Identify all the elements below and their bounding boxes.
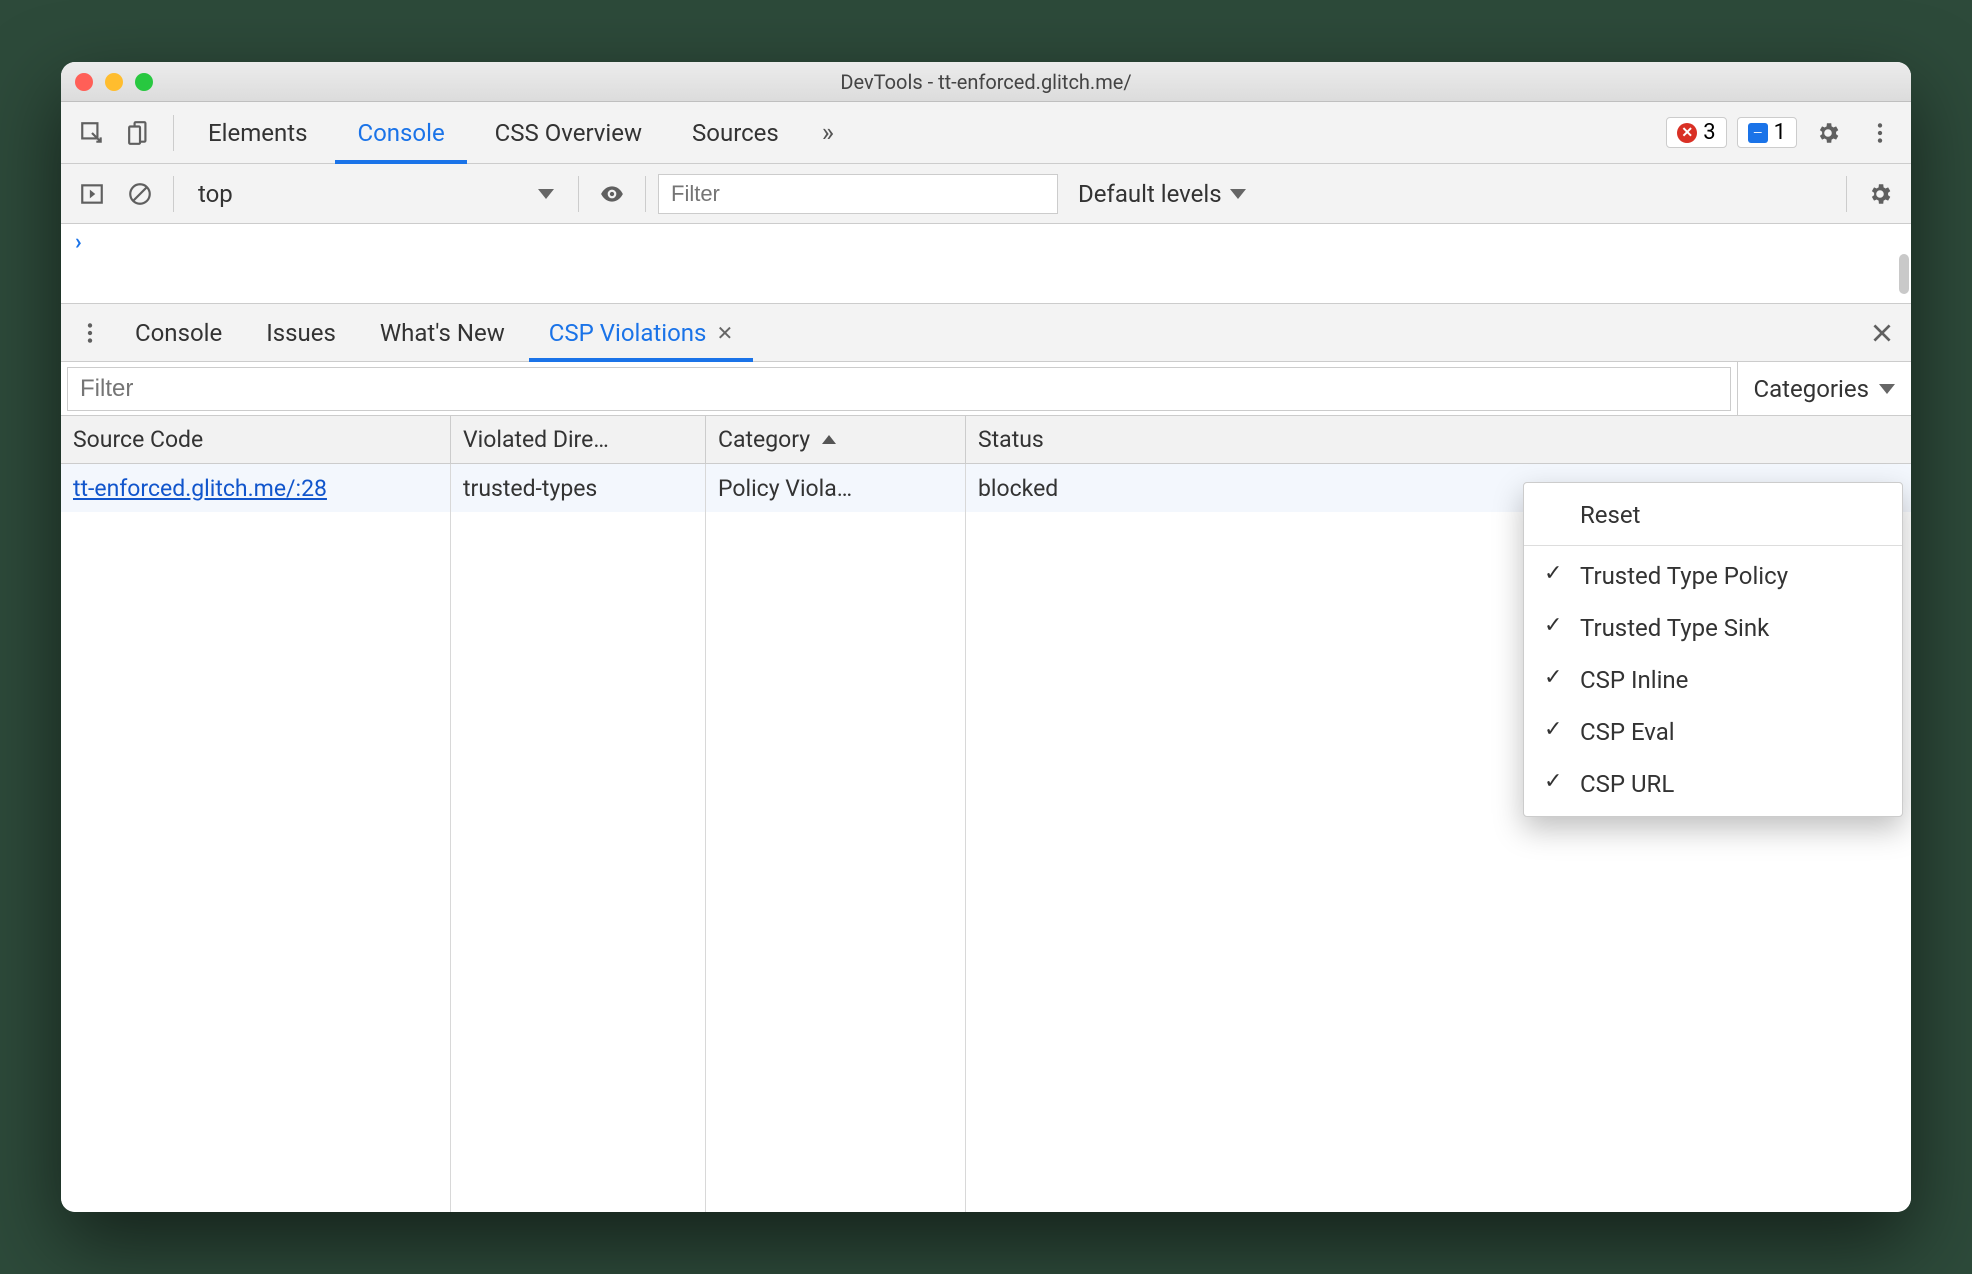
issues-badge[interactable]: — 1 [1737,117,1797,148]
separator [1846,176,1847,212]
violations-filter-row: Categories [61,362,1911,416]
drawer-tab-whats-new[interactable]: What's New [360,304,525,361]
drawer-tab-csp-violations[interactable]: CSP Violations ✕ [529,304,753,361]
category-trusted-type-policy[interactable]: Trusted Type Policy [1524,550,1902,602]
separator [173,115,174,151]
col-directive[interactable]: Violated Dire… [451,416,706,463]
category-csp-url[interactable]: CSP URL [1524,758,1902,810]
kebab-menu-icon[interactable] [1859,112,1901,154]
drawer-tab-console[interactable]: Console [115,304,242,361]
error-icon: ✕ [1677,123,1697,143]
window-title: DevTools - tt-enforced.glitch.me/ [61,70,1911,94]
errors-badge[interactable]: ✕ 3 [1666,117,1726,148]
live-expression-icon[interactable] [591,173,633,215]
table-header: Source Code Violated Dire… Category Stat… [61,416,1911,464]
category-csp-inline[interactable]: CSP Inline [1524,654,1902,706]
console-settings-icon[interactable] [1859,173,1901,215]
source-link[interactable]: tt-enforced.glitch.me/:28 [73,475,327,502]
drawer-kebab-icon[interactable] [69,312,111,354]
tabs-overflow-icon[interactable]: » [807,112,849,154]
sort-asc-icon [822,435,836,444]
tab-css-overview[interactable]: CSS Overview [473,102,664,163]
tab-elements[interactable]: Elements [186,102,329,163]
issue-icon: — [1748,123,1768,143]
tab-console[interactable]: Console [335,102,466,163]
console-toolbar: top Default levels [61,164,1911,224]
cell-category: Policy Viola… [706,464,966,512]
col-source[interactable]: Source Code [61,416,451,463]
console-prompt-icon: › [75,230,82,255]
sidebar-toggle-icon[interactable] [71,173,113,215]
context-selector[interactable]: top [186,180,566,208]
inspect-element-icon[interactable] [71,112,113,154]
log-levels-selector[interactable]: Default levels [1064,180,1260,208]
menu-separator [1524,545,1902,546]
device-toolbar-icon[interactable] [119,112,161,154]
close-tab-icon[interactable]: ✕ [716,321,733,345]
categories-menu: Reset Trusted Type Policy Trusted Type S… [1523,482,1903,817]
violations-filter-input[interactable] [67,367,1731,411]
separator [578,176,579,212]
category-trusted-type-sink[interactable]: Trusted Type Sink [1524,602,1902,654]
chevron-down-icon [1230,189,1246,199]
col-status[interactable]: Status [966,416,1911,463]
col-category[interactable]: Category [706,416,966,463]
close-drawer-icon[interactable] [1861,312,1903,354]
drawer-tab-bar: Console Issues What's New CSP Violations… [61,304,1911,362]
scrollbar-thumb[interactable] [1899,254,1909,294]
category-csp-eval[interactable]: CSP Eval [1524,706,1902,758]
cell-directive: trusted-types [451,464,706,512]
separator [645,176,646,212]
separator [173,176,174,212]
violations-table: Source Code Violated Dire… Category Stat… [61,416,1911,1212]
drawer-tab-issues[interactable]: Issues [246,304,356,361]
console-output: › [61,224,1911,304]
chevron-down-icon [1879,384,1895,394]
categories-dropdown-button[interactable]: Categories [1737,362,1912,415]
categories-reset[interactable]: Reset [1524,489,1902,541]
main-tab-bar: Elements Console CSS Overview Sources » … [61,102,1911,164]
chevron-down-icon [538,189,554,199]
console-filter-input[interactable] [658,174,1058,214]
settings-icon[interactable] [1807,112,1849,154]
tab-sources[interactable]: Sources [670,102,801,163]
clear-console-icon[interactable] [119,173,161,215]
titlebar: DevTools - tt-enforced.glitch.me/ [61,62,1911,102]
devtools-window: DevTools - tt-enforced.glitch.me/ Elemen… [61,62,1911,1212]
